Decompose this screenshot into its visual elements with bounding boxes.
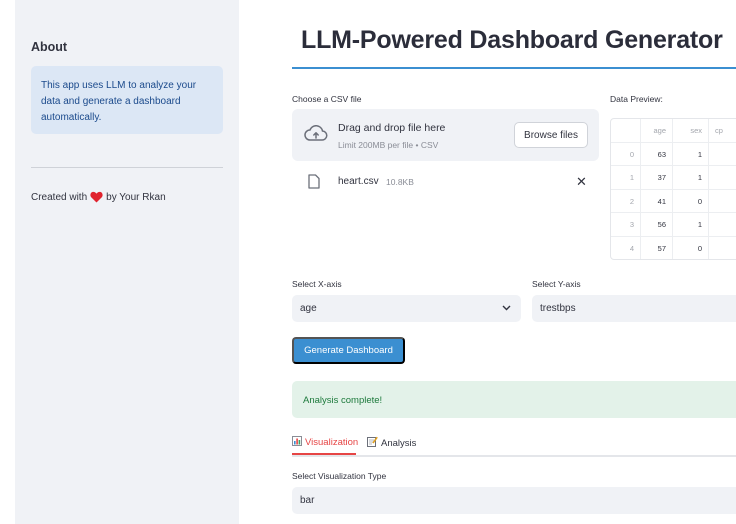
generate-dashboard-button[interactable]: Generate Dashboard <box>292 337 405 364</box>
table-row: 4 57 0 <box>611 236 736 260</box>
table-cell: 1 <box>673 142 709 166</box>
y-axis-value: trestbps <box>540 303 576 314</box>
table-cell <box>709 166 736 190</box>
page-title: LLM-Powered Dashboard Generator <box>301 26 723 54</box>
file-size: 10.8KB <box>386 177 414 187</box>
file-name: heart.csv <box>338 176 379 187</box>
table-cell: 1 <box>611 166 641 190</box>
y-axis-select[interactable]: trestbps <box>532 295 736 322</box>
bar-chart-icon <box>292 436 302 449</box>
tab-analysis-label: Analysis <box>381 437 417 449</box>
active-tab-indicator <box>292 453 356 455</box>
memo-icon <box>367 436 378 450</box>
credit-suffix: by Your Rkan <box>106 191 166 203</box>
window-edge <box>0 0 15 524</box>
heart-icon <box>90 191 103 203</box>
table-cell: 63 <box>641 142 673 166</box>
table-cell: 3 <box>611 213 641 237</box>
uploaded-file: heart.csv 10.8KB ✕ <box>292 170 599 194</box>
table-cell: 37 <box>641 166 673 190</box>
x-axis-select[interactable]: age <box>292 295 521 322</box>
remove-file-icon[interactable]: ✕ <box>576 174 587 190</box>
table-cell <box>709 143 736 167</box>
cloud-upload-icon <box>304 124 328 148</box>
result-tabs: Visualization Analysis <box>292 433 736 457</box>
credit-line: Created with by Your Rkan <box>31 191 166 203</box>
viz-type-label: Select Visualization Type <box>292 471 387 481</box>
about-info-box: This app uses LLM to analyze your data a… <box>31 66 223 134</box>
data-preview-label: Data Preview: <box>610 94 663 104</box>
viz-type-value: bar <box>300 495 315 506</box>
table-row: 0 63 1 <box>611 142 736 167</box>
table-header-cell: cp <box>715 126 723 135</box>
tab-analysis[interactable]: Analysis <box>367 436 416 450</box>
table-header-cell <box>611 119 641 143</box>
credit-prefix: Created with <box>31 191 88 203</box>
about-heading: About <box>31 40 68 54</box>
table-cell <box>709 237 736 260</box>
table-row: 3 56 1 <box>611 213 736 237</box>
table-cell: 41 <box>641 189 673 213</box>
dropzone-limit: Limit 200MB per file • CSV <box>338 140 439 150</box>
dropzone-instructions: Drag and drop file here <box>338 122 446 134</box>
tab-visualization-label: Visualization <box>305 437 359 448</box>
table-cell <box>709 190 736 214</box>
chevron-down-icon <box>502 295 511 322</box>
data-preview-table[interactable]: age sex cp 0 63 1 1 37 1 2 41 0 3 56 1 4… <box>610 118 736 260</box>
sidebar: About This app uses LLM to analyze your … <box>15 0 239 524</box>
table-cell: 1 <box>673 166 709 190</box>
browse-files-button[interactable]: Browse files <box>514 122 588 148</box>
table-cell: 1 <box>673 213 709 237</box>
x-axis-value: age <box>300 303 317 314</box>
file-dropzone[interactable]: Drag and drop file here Limit 200MB per … <box>292 109 599 161</box>
main-content: LLM-Powered Dashboard Generator Choose a… <box>239 0 736 524</box>
table-row: 1 37 1 <box>611 166 736 190</box>
table-cell: 56 <box>641 213 673 237</box>
table-cell: 57 <box>641 236 673 259</box>
table-header-cell: sex <box>673 119 709 143</box>
sidebar-divider <box>31 167 223 168</box>
table-cell: 0 <box>673 236 709 259</box>
table-cell: 0 <box>611 142 641 166</box>
viz-type-select[interactable]: bar <box>292 487 736 514</box>
file-icon <box>308 174 320 194</box>
table-cell: 2 <box>611 189 641 213</box>
tab-visualization[interactable]: Visualization <box>292 436 358 449</box>
table-cell <box>709 213 736 237</box>
table-row: 2 41 0 <box>611 189 736 214</box>
table-header-row: age sex cp <box>611 119 736 143</box>
y-axis-label: Select Y-axis <box>532 279 581 289</box>
table-cell: 0 <box>673 189 709 213</box>
table-header-cell: age <box>641 119 673 143</box>
success-alert: Analysis complete! <box>292 381 736 418</box>
table-cell: 4 <box>611 236 641 259</box>
title-divider <box>292 67 736 69</box>
uploader-label: Choose a CSV file <box>292 94 362 104</box>
x-axis-label: Select X-axis <box>292 279 342 289</box>
